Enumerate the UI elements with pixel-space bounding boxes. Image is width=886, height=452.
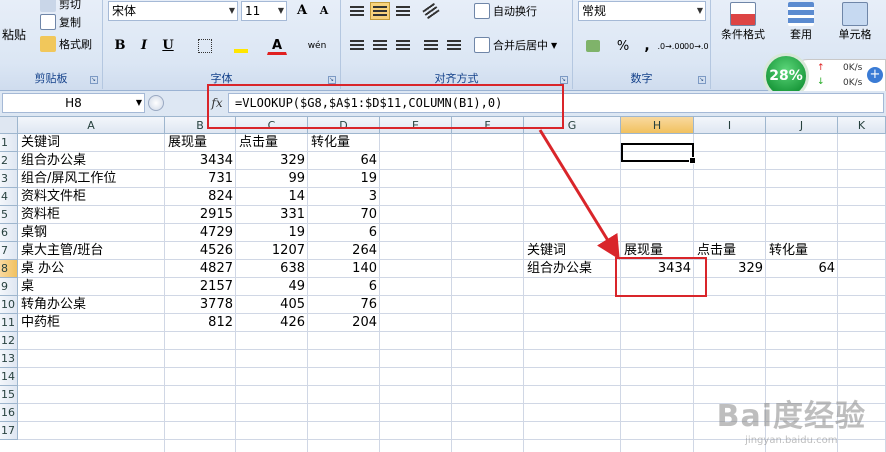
watermark: Bai度经验 jingyan.baidu.com [717, 391, 866, 446]
watermark-logo-text: Bai度经验 [716, 399, 866, 434]
annotation-arrow [538, 129, 620, 260]
watermark-url: jingyan.baidu.com [745, 435, 838, 446]
